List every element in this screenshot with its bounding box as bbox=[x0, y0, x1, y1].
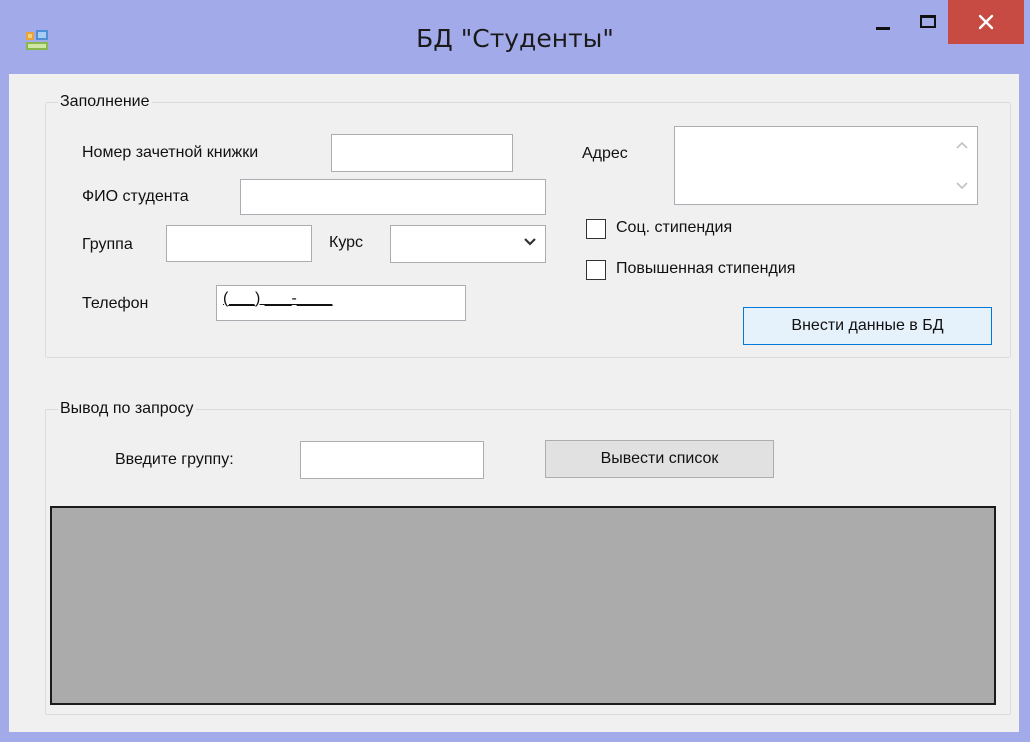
title-bar[interactable]: БД "Студенты" bbox=[0, 0, 1030, 74]
course-combobox[interactable] bbox=[390, 225, 546, 263]
submit-to-db-button[interactable]: Внести данные в БД bbox=[743, 307, 992, 345]
chevron-down-icon bbox=[524, 238, 536, 246]
increased-scholarship-label[interactable]: Повышенная стипендия bbox=[616, 259, 795, 279]
enter-group-input[interactable] bbox=[300, 441, 484, 479]
scroll-up-icon[interactable] bbox=[956, 141, 968, 149]
query-group-legend: Вывод по запросу bbox=[58, 398, 196, 420]
course-label: Курс bbox=[329, 234, 364, 251]
minimize-button[interactable] bbox=[860, 0, 906, 42]
group-label: Группа bbox=[82, 236, 133, 253]
social-scholarship-label[interactable]: Соц. стипендия bbox=[616, 218, 732, 238]
scroll-down-icon[interactable] bbox=[956, 182, 968, 190]
results-datagrid[interactable] bbox=[50, 506, 996, 705]
increased-scholarship-checkbox[interactable] bbox=[586, 260, 606, 280]
social-scholarship-checkbox[interactable] bbox=[586, 219, 606, 239]
phone-mask: (___) ___-____ bbox=[223, 290, 333, 307]
close-icon bbox=[978, 14, 994, 30]
student-name-label: ФИО студента bbox=[82, 188, 189, 205]
address-label: Адрес bbox=[582, 145, 628, 162]
maximize-button[interactable] bbox=[906, 0, 950, 42]
enter-group-label: Введите группу: bbox=[115, 451, 234, 468]
close-button[interactable] bbox=[948, 0, 1024, 44]
show-list-button[interactable]: Вывести список bbox=[545, 440, 774, 478]
main-window: БД "Студенты" Заполнение Номер зачетной … bbox=[0, 0, 1030, 742]
minimize-icon bbox=[876, 26, 890, 30]
fill-group-legend: Заполнение bbox=[58, 91, 152, 113]
address-scrollbar[interactable] bbox=[947, 127, 977, 204]
group-input[interactable] bbox=[166, 225, 312, 262]
phone-masked-input[interactable]: (___) ___-____ bbox=[216, 285, 466, 321]
phone-label: Телефон bbox=[82, 295, 149, 312]
address-textarea[interactable] bbox=[674, 126, 978, 205]
record-book-input[interactable] bbox=[331, 134, 513, 172]
record-book-label: Номер зачетной книжки bbox=[82, 144, 259, 161]
client-area: Заполнение Номер зачетной книжки ФИО сту… bbox=[9, 74, 1019, 732]
student-name-input[interactable] bbox=[240, 179, 546, 215]
maximize-icon bbox=[920, 14, 936, 28]
